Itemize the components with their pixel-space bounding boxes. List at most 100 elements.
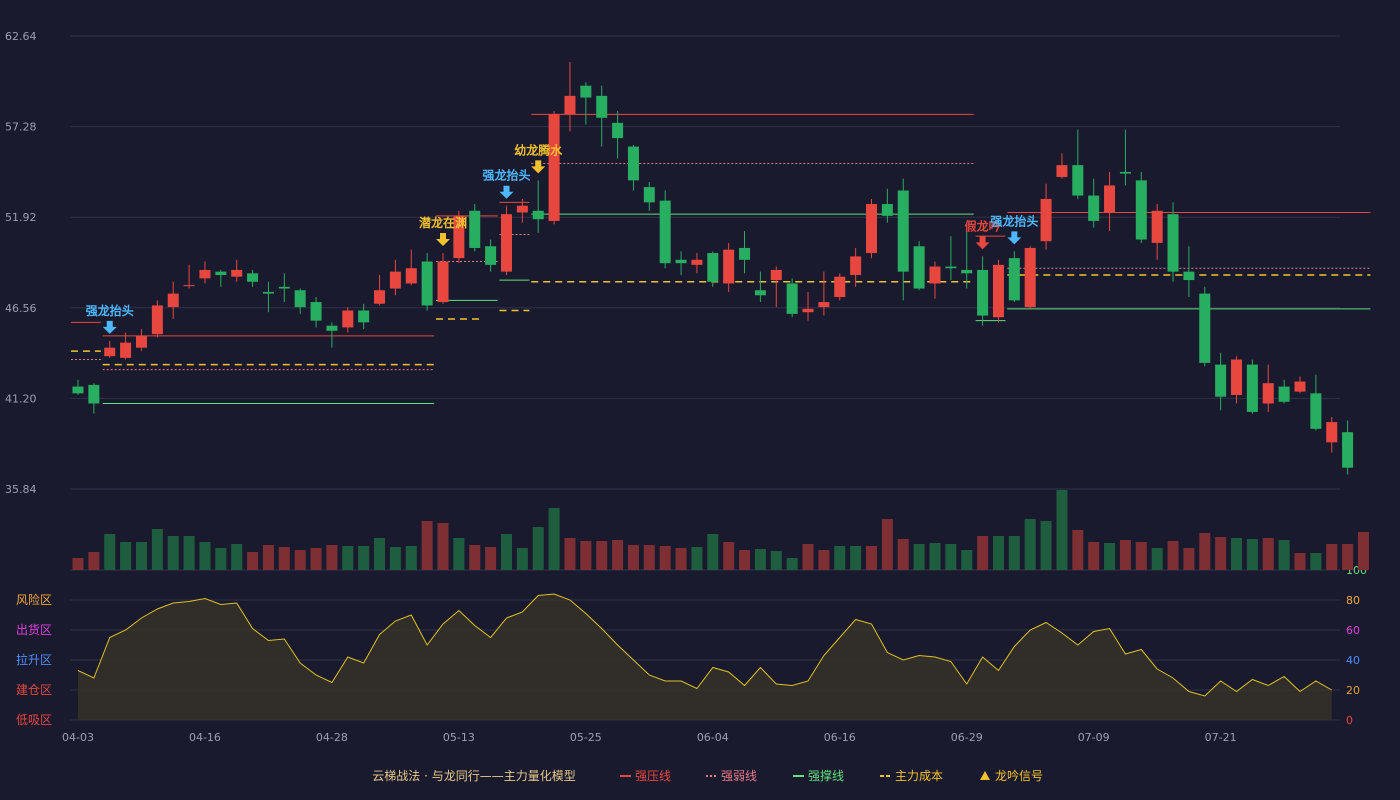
candle-body	[1199, 293, 1211, 363]
candle-body	[850, 256, 862, 276]
volume-bar	[580, 541, 592, 570]
candle-body	[485, 246, 497, 265]
date-tick-label: 06-16	[824, 731, 856, 744]
candle-body	[675, 259, 687, 264]
signal-arrow-icon	[499, 185, 514, 199]
volume-bar	[199, 542, 211, 570]
candle-body	[1215, 364, 1227, 397]
candle-body	[278, 286, 290, 289]
volume-bar	[1008, 536, 1020, 570]
candle-body	[421, 261, 433, 306]
volume-bar	[1215, 537, 1227, 570]
legend-item-label: 主力成本	[895, 769, 943, 783]
candle-body	[881, 204, 893, 216]
volume-bar	[659, 546, 671, 570]
candle-body	[500, 214, 512, 272]
legend-item-label: 强撑线	[808, 768, 844, 783]
price-tick-label: 62.64	[5, 30, 37, 43]
volume-bar	[596, 541, 608, 570]
candle-body	[167, 293, 179, 308]
signal-label: 强龙抬头	[86, 303, 134, 318]
candle-body	[691, 259, 703, 265]
volume-bar	[1183, 548, 1195, 570]
candle-body	[405, 268, 417, 284]
candle-body	[199, 269, 211, 279]
candle-body	[992, 264, 1004, 318]
candle-body	[310, 302, 322, 321]
volume-bar	[437, 523, 449, 570]
candle-body	[516, 205, 528, 213]
oscillator-area	[78, 594, 1332, 720]
volume-bar	[1342, 544, 1354, 570]
volume-bar	[548, 508, 560, 570]
candle-body	[627, 146, 639, 181]
candle-body	[596, 95, 608, 118]
oscillator-zone-label: 出货区	[16, 622, 52, 637]
volume-bar	[88, 552, 100, 570]
date-tick-label: 04-03	[62, 731, 94, 744]
candle-body	[1056, 165, 1068, 177]
volume-bar	[1246, 539, 1258, 570]
candle-body	[1072, 165, 1084, 196]
candle-body	[834, 276, 846, 297]
date-axis: 04-03 04-16 04-28 05-13 05-25 06-04 06-16 06-29…	[62, 731, 1237, 744]
price-tick-label: 41.20	[5, 392, 37, 405]
price-tick-label: 35.84	[5, 483, 37, 496]
volume-bar	[992, 536, 1004, 570]
volume-bar	[1151, 548, 1163, 570]
candle-body	[929, 266, 941, 284]
volume-bar	[342, 546, 354, 570]
volume-bar	[326, 545, 338, 570]
volume-bar	[691, 547, 703, 570]
volume-bar	[374, 538, 386, 570]
candle-body	[548, 114, 560, 221]
signal-arrow-icon	[1007, 231, 1022, 245]
candle-body	[469, 210, 481, 248]
date-tick-label: 04-28	[316, 731, 348, 744]
volume-bar	[1310, 553, 1322, 570]
candle-body	[437, 261, 449, 303]
volume-bar	[1357, 532, 1369, 570]
volume-bar	[612, 540, 624, 570]
candle-body	[247, 273, 259, 282]
candle-body	[88, 384, 100, 404]
volume-bar	[120, 542, 132, 570]
volume-bar	[1135, 542, 1147, 570]
volume-bar	[929, 543, 941, 570]
candle-body	[1040, 198, 1052, 242]
candle-body	[231, 269, 243, 277]
volume-bar	[866, 546, 877, 570]
volume-bar	[643, 545, 655, 570]
oscillator-tick-label: 20	[1346, 684, 1360, 697]
volume-bar	[453, 538, 465, 570]
volume-bars	[72, 490, 1369, 570]
candle-body	[802, 308, 814, 313]
volume-bar	[215, 548, 227, 570]
volume-bar	[802, 544, 814, 570]
volume-bar	[247, 552, 259, 570]
candle-body	[643, 187, 655, 203]
candle-body	[262, 291, 274, 294]
candle-body	[707, 253, 719, 282]
candle-body	[389, 271, 401, 289]
volume-bar	[421, 521, 433, 570]
volume-bar	[516, 548, 528, 570]
date-tick-label: 04-16	[189, 731, 221, 744]
candle-body	[1024, 247, 1036, 308]
volume-bar	[913, 544, 925, 570]
candle-body	[104, 347, 116, 357]
candle-body	[961, 269, 973, 274]
candle-body	[580, 85, 592, 98]
volume-bar	[770, 551, 782, 570]
volume-bar	[262, 545, 274, 570]
signal-arrow-icon	[531, 160, 546, 174]
candle-body	[1294, 381, 1306, 392]
price-tick-label: 51.92	[5, 211, 37, 224]
candle-body	[374, 290, 386, 304]
candlestick-chart: 62.6457.2851.9246.5641.2035.84 100806040…	[5, 30, 1371, 783]
price-tick-label: 46.56	[5, 302, 37, 315]
volume-bar	[135, 542, 147, 570]
volume-bar	[1024, 519, 1036, 570]
oscillator-tick-label: 0	[1346, 714, 1353, 727]
volume-bar	[627, 545, 639, 570]
